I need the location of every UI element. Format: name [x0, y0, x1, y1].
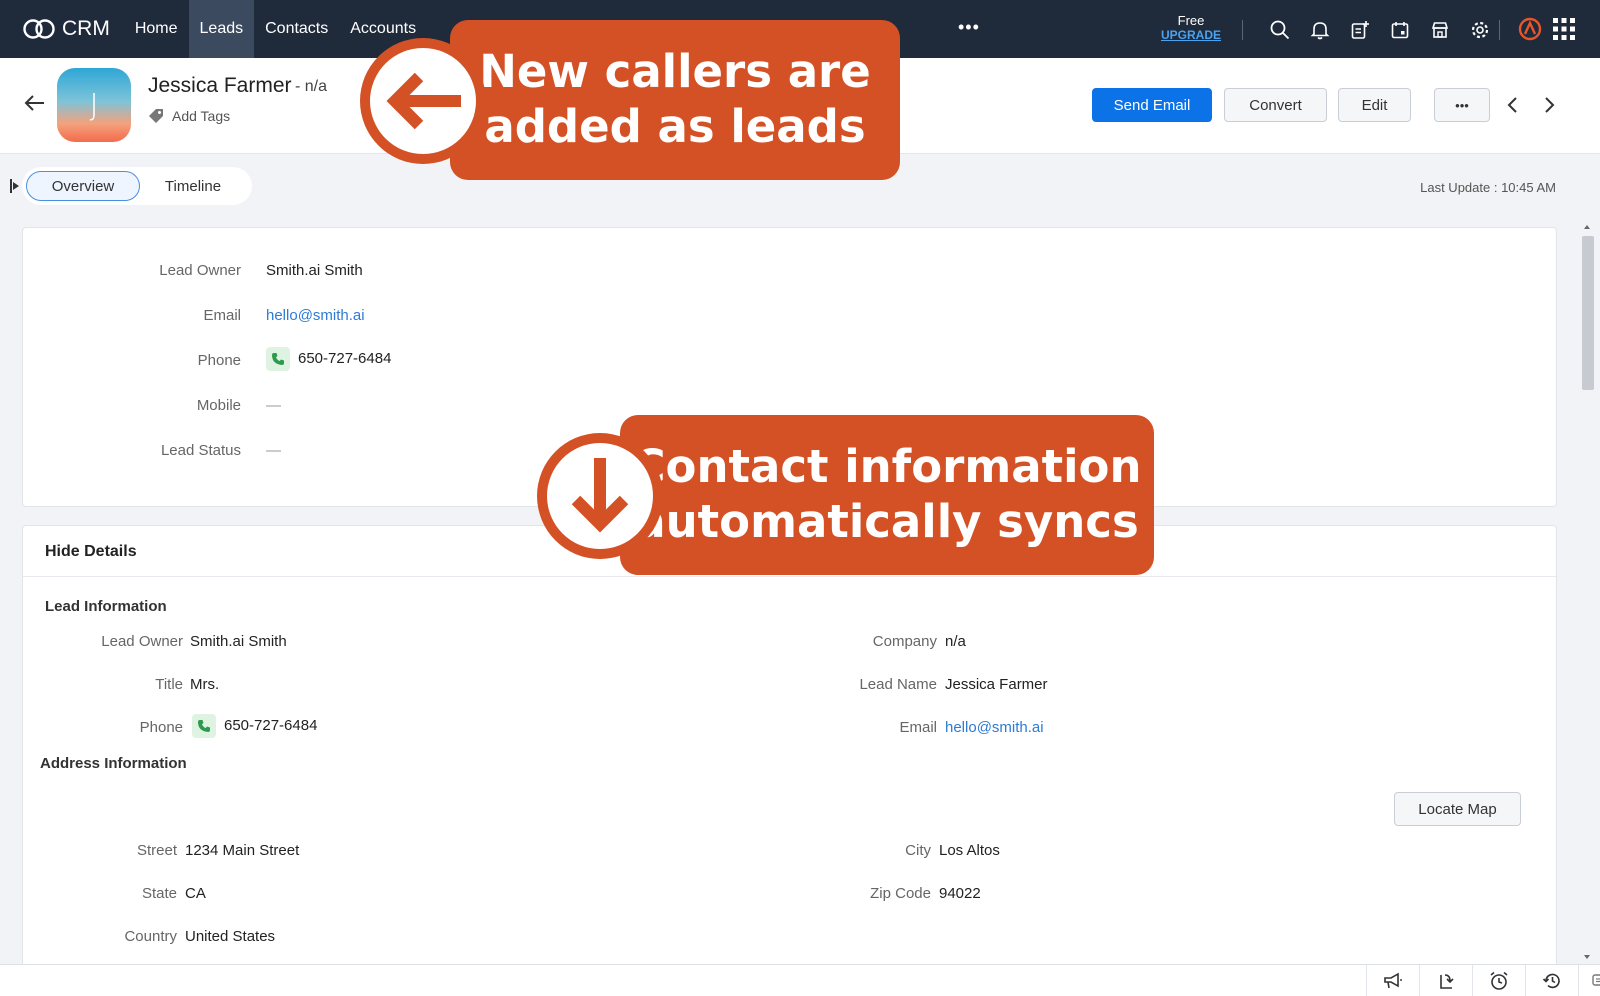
alarm-clock-icon[interactable]: [1472, 965, 1525, 996]
previous-record-icon[interactable]: [1506, 96, 1518, 119]
plan-label: Free: [1177, 13, 1205, 28]
field-label: Company: [872, 633, 937, 650]
mobile-value: —: [266, 397, 281, 414]
nav-more-button[interactable]: •••: [948, 17, 1006, 38]
callout-sync-line2: automatically syncs: [635, 495, 1139, 548]
divider: [23, 576, 1556, 577]
callout-leads-line1: New callers are: [479, 45, 871, 99]
lead-name: Jessica Farmer: [148, 74, 292, 97]
lead-owner-value: Smith.ai Smith: [266, 262, 363, 279]
crm-logo-icon: [23, 19, 55, 39]
locate-map-button[interactable]: Locate Map: [1394, 792, 1521, 826]
announcement-icon[interactable]: [1366, 965, 1419, 996]
add-tags-label: Add Tags: [172, 108, 231, 124]
nav-contacts[interactable]: Contacts: [254, 0, 339, 58]
field-label: Email: [203, 307, 241, 324]
zip-code-value: 94022: [939, 885, 981, 902]
field-label: Lead Status: [160, 442, 241, 459]
field-label: Zip Code: [870, 885, 931, 902]
calendar-icon[interactable]: [1380, 16, 1420, 44]
phone-number[interactable]: 650-727-6484: [224, 717, 317, 734]
lead-company: - n/a: [295, 78, 328, 95]
marketplace-icon[interactable]: [1420, 16, 1460, 44]
divider: [1242, 20, 1243, 40]
lead-status-value: —: [266, 442, 281, 459]
phone-icon[interactable]: [192, 714, 216, 738]
nav-leads[interactable]: Leads: [188, 0, 255, 58]
apps-grid-icon[interactable]: [1553, 18, 1575, 45]
phone-icon[interactable]: [266, 347, 290, 371]
main-nav: Home Leads Contacts Accounts: [124, 0, 427, 58]
left-arrow-icon: [360, 38, 486, 164]
avatar[interactable]: J: [57, 68, 131, 142]
plan-upgrade[interactable]: Free UPGRADE: [1156, 13, 1226, 42]
more-actions-button[interactable]: •••: [1434, 88, 1490, 122]
last-update: Last Update : 10:45 AM: [1420, 180, 1556, 195]
panel-toggle-icon[interactable]: [10, 178, 20, 199]
hide-details-toggle[interactable]: Hide Details: [45, 543, 137, 561]
company-value: n/a: [945, 633, 966, 650]
field-label: Lead Owner: [159, 262, 241, 279]
divider: [1499, 20, 1500, 40]
upgrade-link[interactable]: UPGRADE: [1156, 28, 1226, 42]
field-label: Mobile: [196, 397, 241, 414]
lead-owner-value: Smith.ai Smith: [190, 633, 287, 650]
next-record-icon[interactable]: [1544, 96, 1556, 119]
field-label: Street: [136, 842, 177, 859]
field-label: Phone: [197, 352, 241, 369]
convert-button[interactable]: Convert: [1224, 88, 1327, 122]
email-link[interactable]: hello@smith.ai: [266, 307, 365, 324]
callout-leads-line2: added as leads: [484, 100, 866, 153]
details-card: Hide Details Lead Information Lead Owner…: [22, 525, 1557, 975]
phone-value: 650-727-6484: [266, 347, 391, 371]
tab-overview[interactable]: Overview: [26, 171, 140, 201]
nav-home[interactable]: Home: [124, 0, 189, 58]
field-label: Title: [155, 676, 183, 693]
country-value: United States: [185, 928, 276, 945]
chat-icon[interactable]: [1578, 965, 1600, 996]
tag-icon: [149, 109, 163, 123]
top-icons: [1260, 16, 1500, 44]
app-name: CRM: [62, 17, 110, 40]
bottom-icons: [1366, 965, 1600, 996]
record-tabs: Overview Timeline: [22, 167, 252, 205]
field-label: State: [141, 885, 177, 902]
bell-icon[interactable]: [1300, 16, 1340, 44]
callout-sync: Contact information automatically syncs: [620, 415, 1154, 575]
edit-button[interactable]: Edit: [1338, 88, 1411, 122]
back-arrow-icon[interactable]: [24, 94, 46, 117]
new-record-icon[interactable]: [1340, 16, 1380, 44]
field-label: Email: [899, 719, 937, 736]
lead-information-title: Lead Information: [45, 598, 167, 615]
field-label: Lead Name: [859, 676, 937, 693]
field-label: Country: [124, 928, 177, 945]
send-email-button[interactable]: Send Email: [1092, 88, 1212, 122]
state-value: CA: [185, 885, 206, 902]
city-value: Los Altos: [939, 842, 1000, 859]
recent-items-icon[interactable]: [1419, 965, 1472, 996]
crm-logo[interactable]: CRM: [22, 17, 110, 41]
search-icon[interactable]: [1260, 16, 1300, 44]
field-label: Phone: [139, 719, 183, 736]
email-link[interactable]: hello@smith.ai: [945, 719, 1044, 736]
street-value: 1234 Main Street: [185, 842, 300, 859]
tab-timeline[interactable]: Timeline: [140, 171, 246, 201]
field-label: Lead Owner: [101, 633, 183, 650]
gear-icon[interactable]: [1460, 16, 1500, 44]
field-label: City: [905, 842, 931, 859]
callout-leads: New callers are added as leads: [450, 20, 900, 180]
down-arrow-icon: [537, 433, 663, 559]
lead-name-value: Jessica Farmer: [945, 676, 1048, 693]
history-icon[interactable]: [1525, 965, 1578, 996]
add-tags-button[interactable]: Add Tags: [148, 108, 230, 124]
zia-icon: [1518, 17, 1542, 41]
scrollbar-thumb[interactable]: [1582, 236, 1594, 390]
phone-value: 650-727-6484: [192, 714, 317, 738]
profile-avatar[interactable]: [1518, 17, 1542, 46]
callout-sync-line1: Contact information: [632, 440, 1142, 494]
address-information-title: Address Information: [40, 755, 187, 772]
title-value: Mrs.: [190, 676, 220, 693]
bottom-bar: [0, 964, 1600, 996]
phone-number[interactable]: 650-727-6484: [298, 350, 391, 367]
